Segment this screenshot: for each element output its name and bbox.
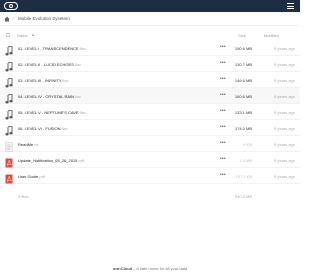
file-size: 160.6 MB	[234, 93, 252, 99]
file-actions-menu-icon[interactable]: •••	[220, 140, 226, 146]
file-basename: 03. LEVEL III - INFINITY	[18, 77, 62, 83]
file-modified: 8 years ago	[274, 157, 295, 163]
file-modified: 8 years ago	[274, 45, 295, 51]
file-row[interactable]: User Guide.pdf ••• 107.2 KB 8 years ago	[0, 168, 300, 184]
file-size: 133.1 MB	[234, 109, 252, 115]
audio-file-icon[interactable]	[5, 107, 13, 120]
file-modified: 8 years ago	[274, 125, 295, 131]
file-actions-menu-icon[interactable]: •••	[220, 92, 226, 98]
file-extension: .flac	[78, 45, 87, 51]
file-list-header: Name ▲ Size Modified	[0, 30, 300, 40]
file-name[interactable]: 06. LEVEL VI - FUSION.flac	[18, 126, 68, 131]
file-basename: 06. LEVEL VI - FUSION	[18, 125, 61, 131]
file-size: 107.2 KB	[235, 173, 252, 179]
breadcrumb: › Mobile Evolution Sysetem	[0, 12, 300, 26]
audio-file-icon[interactable]	[5, 123, 13, 136]
file-modified: 8 years ago	[274, 173, 295, 179]
audio-file-icon[interactable]	[5, 75, 13, 88]
footer-tagline: – A safe home for all your data	[132, 266, 188, 271]
column-modified[interactable]: Modified	[264, 33, 279, 38]
file-row[interactable]: 01. LEVEL I - TRANSCENDENCE.flac ••• 190.6…	[0, 40, 300, 56]
file-name[interactable]: Update_Notification_05_26_2015.pdf	[18, 158, 84, 163]
file-modified: 8 years ago	[274, 77, 295, 83]
pdf-file-icon[interactable]	[5, 171, 13, 184]
menu-icon[interactable]	[287, 3, 294, 9]
file-extension: .flac	[74, 93, 82, 99]
file-row[interactable]: 02. LEVEL II - LUCID ECHOES.flac ••• 130.7…	[0, 56, 300, 72]
top-bar	[0, 0, 300, 12]
file-basename: ReadMe	[18, 141, 34, 147]
file-basename: 02. LEVEL II - LUCID ECHOES	[18, 61, 74, 67]
file-modified: 8 years ago	[274, 141, 295, 147]
file-name[interactable]: ReadMe.txt	[18, 142, 38, 147]
audio-file-icon[interactable]	[5, 59, 13, 72]
breadcrumb-share-name[interactable]: Mobile Evolution Sysetem	[18, 16, 70, 21]
file-modified: 8 years ago	[274, 61, 295, 67]
file-extension: .txt	[33, 141, 39, 147]
file-basename: User Guide	[18, 173, 39, 179]
file-row[interactable]: ReadMe.txt ••• 6 KB 8 years ago	[0, 136, 300, 152]
file-size: 174.0 MB	[234, 125, 252, 131]
file-extension: .flac	[61, 77, 69, 83]
home-icon[interactable]	[4, 16, 10, 22]
file-size: 6 KB	[243, 141, 252, 147]
column-size[interactable]: Size	[238, 33, 246, 38]
audio-file-icon[interactable]	[5, 43, 13, 56]
file-basename: 01. LEVEL I - TRANSCENDENCE	[18, 45, 79, 51]
file-row[interactable]: 04. LEVEL IV - CRYSTAL RAIN.flac ••• 160.6…	[0, 88, 300, 104]
file-size: 190.6 MB	[234, 45, 252, 51]
file-name[interactable]: User Guide.pdf	[18, 174, 45, 179]
total-size: 940.5 MB	[234, 194, 252, 199]
file-basename: 05. LEVEL V - NEPTUNE'S CAVE	[18, 109, 79, 115]
file-modified: 8 years ago	[274, 109, 295, 115]
owncloud-logo-icon[interactable]	[4, 2, 18, 10]
file-size: 149.6 MB	[234, 77, 252, 83]
audio-file-icon[interactable]	[5, 91, 13, 104]
file-basename: 04. LEVEL IV - CRYSTAL RAIN	[18, 93, 75, 99]
file-count: 9 files	[18, 194, 29, 199]
file-actions-menu-icon[interactable]: •••	[220, 124, 226, 130]
file-row[interactable]: 06. LEVEL VI - FUSION.flac ••• 174.0 MB 8 y…	[0, 120, 300, 136]
file-actions-menu-icon[interactable]: •••	[220, 156, 226, 162]
file-extension: .flac	[73, 61, 82, 67]
footer-brand[interactable]: ownCloud	[113, 266, 132, 271]
file-extension: .flac	[78, 109, 86, 115]
file-row[interactable]: 03. LEVEL III - INFINITY.flac ••• 149.6 MB…	[0, 72, 300, 88]
column-name[interactable]: Name	[17, 33, 28, 38]
footer: ownCloud – A safe home for all your data	[0, 266, 300, 271]
file-name[interactable]: 04. LEVEL IV - CRYSTAL RAIN.flac	[18, 94, 81, 99]
sort-ascending-icon[interactable]: ▲	[31, 32, 35, 37]
file-summary: 9 files 940.5 MB	[0, 191, 300, 201]
file-extension: .flac	[60, 125, 68, 131]
file-actions-menu-icon[interactable]: •••	[220, 60, 226, 66]
select-all-checkbox[interactable]	[6, 33, 10, 37]
file-row[interactable]: 05. LEVEL V - NEPTUNE'S CAVE.flac ••• 133.…	[0, 104, 300, 120]
file-modified: 8 years ago	[274, 93, 295, 99]
file-actions-menu-icon[interactable]: •••	[220, 44, 226, 50]
file-name[interactable]: 05. LEVEL V - NEPTUNE'S CAVE.flac	[18, 110, 86, 115]
file-name[interactable]: 02. LEVEL II - LUCID ECHOES.flac	[18, 62, 81, 67]
file-name[interactable]: 01. LEVEL I - TRANSCENDENCE.flac	[18, 46, 86, 51]
file-size: 130.7 MB	[234, 61, 252, 67]
breadcrumb-separator-icon: ›	[12, 15, 14, 22]
text-file-icon[interactable]	[5, 139, 13, 152]
file-actions-menu-icon[interactable]: •••	[220, 108, 226, 114]
file-actions-menu-icon[interactable]: •••	[220, 76, 226, 82]
pdf-file-icon[interactable]	[5, 155, 13, 168]
file-row[interactable]: Update_Notification_05_26_2015.pdf ••• 1.4…	[0, 152, 300, 168]
file-name[interactable]: 03. LEVEL III - INFINITY.flac	[18, 78, 68, 83]
file-size: 1.4 MB	[239, 157, 252, 163]
file-actions-menu-icon[interactable]: •••	[220, 172, 226, 178]
file-extension: .pdf	[77, 157, 85, 163]
file-basename: Update_Notification_05_26_2015	[18, 157, 78, 163]
file-extension: .pdf	[38, 173, 45, 179]
